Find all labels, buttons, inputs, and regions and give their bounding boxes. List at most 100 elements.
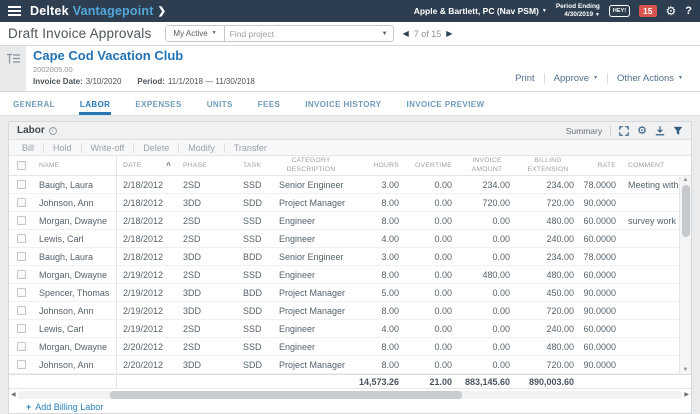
bill-button[interactable]: Bill bbox=[13, 143, 43, 153]
tab-fees[interactable]: FEES bbox=[257, 92, 282, 115]
chat-hey-icon[interactable]: HEY! bbox=[608, 5, 631, 17]
labor-row[interactable]: Lewis, Carl 2/19/2012 2SD SSD Engineer 4.00 0.… bbox=[9, 320, 679, 338]
approve-button[interactable]: Approve ▼ bbox=[543, 73, 607, 84]
total-invoice-amount: 883,145.60 bbox=[464, 376, 510, 387]
column-header-overtime[interactable]: OVERTIME bbox=[405, 156, 458, 175]
row-checkbox[interactable] bbox=[9, 338, 33, 355]
labor-row[interactable]: Morgan, Dwayne 2/20/2012 2SD SSD Engineer 8.0… bbox=[9, 338, 679, 356]
row-checkbox[interactable] bbox=[9, 176, 33, 193]
cell-category: Engineer bbox=[279, 233, 316, 244]
modify-button[interactable]: Modify bbox=[178, 142, 224, 153]
export-download-icon[interactable] bbox=[655, 125, 665, 136]
cell-phase: 2SD bbox=[183, 215, 201, 226]
settings-gear-icon[interactable]: ⚙ bbox=[666, 5, 677, 17]
labor-row[interactable]: Baugh, Laura 2/18/2012 2SD SSD Senior Engine… bbox=[9, 176, 679, 194]
cell-overtime: 0.00 bbox=[434, 359, 452, 370]
next-record-icon[interactable]: ▶ bbox=[446, 29, 452, 38]
row-checkbox[interactable] bbox=[9, 320, 33, 337]
horizontal-scroll-thumb[interactable] bbox=[109, 390, 462, 399]
tab-labor[interactable]: LABOR bbox=[78, 92, 112, 115]
info-icon[interactable]: i bbox=[48, 126, 57, 135]
row-checkbox[interactable] bbox=[9, 194, 33, 211]
row-checkbox[interactable] bbox=[9, 284, 33, 301]
period-value: 11/1/2018 — 11/30/2018 bbox=[167, 76, 255, 86]
prev-record-icon[interactable]: ◀ bbox=[403, 29, 409, 38]
expand-grid-icon[interactable] bbox=[619, 125, 629, 136]
period-ending-label: Period Ending bbox=[555, 2, 600, 10]
write-off-button[interactable]: Write-off bbox=[80, 142, 134, 153]
tab-units[interactable]: UNITS bbox=[206, 92, 234, 115]
labor-row[interactable]: Johnson, Ann 2/18/2012 3DD SDD Project Manag… bbox=[9, 194, 679, 212]
horizontal-scrollbar[interactable]: ◀ ▶ bbox=[9, 389, 691, 400]
column-header-phase[interactable]: PHASE bbox=[177, 156, 237, 175]
cell-rate: 90.0000 bbox=[583, 359, 616, 370]
cell-overtime: 0.00 bbox=[434, 233, 452, 244]
grid-settings-gear-icon[interactable]: ⚙ bbox=[637, 125, 647, 136]
company-selector[interactable]: Apple & Bartlett, PC (Nav PSM) ▼ bbox=[414, 6, 547, 16]
cell-comment bbox=[622, 320, 679, 337]
column-header-rate[interactable]: RATE bbox=[580, 156, 622, 175]
column-header-invoice-amount[interactable]: INVOICE AMOUNT bbox=[458, 156, 516, 175]
column-header-hours[interactable]: HOURS bbox=[349, 156, 405, 175]
labor-row[interactable]: Lewis, Carl 2/18/2012 2SD SSD Engineer 4.00 0.… bbox=[9, 230, 679, 248]
notification-badge[interactable]: 15 bbox=[639, 5, 657, 17]
labor-row[interactable]: Spencer, Thomas 2/19/2012 3DD BDD Project Ma… bbox=[9, 284, 679, 302]
labor-row[interactable]: Morgan, Dwayne 2/18/2012 2SD SSD Engineer 8.0… bbox=[9, 212, 679, 230]
cell-name: Spencer, Thomas bbox=[33, 284, 117, 301]
select-all-checkbox[interactable] bbox=[9, 156, 33, 175]
cell-billing: 240.00 bbox=[546, 323, 574, 334]
cell-invoice: 234.00 bbox=[482, 179, 510, 190]
row-checkbox[interactable] bbox=[9, 266, 33, 283]
horizontal-scroll-track[interactable] bbox=[17, 390, 683, 399]
search-dropdown-icon[interactable]: ▼ bbox=[382, 31, 388, 37]
row-checkbox[interactable] bbox=[9, 212, 33, 229]
row-checkbox[interactable] bbox=[9, 230, 33, 247]
deltek-logo[interactable]: Deltek Vantagepoint ❯ bbox=[30, 4, 166, 18]
column-header-name[interactable]: NAME bbox=[33, 156, 117, 175]
cell-comment bbox=[622, 356, 679, 373]
labor-row[interactable]: Johnson, Ann 2/19/2012 3DD SDD Project Manag… bbox=[9, 302, 679, 320]
cell-rate: 90.0000 bbox=[583, 287, 616, 298]
scope-dropdown[interactable]: My Active ▼ bbox=[166, 26, 225, 41]
column-header-category[interactable]: CATEGORY DESCRIPTION bbox=[273, 156, 349, 175]
tab-invoice-history[interactable]: INVOICE HISTORY bbox=[304, 92, 382, 115]
cell-overtime: 0.00 bbox=[434, 179, 452, 190]
scroll-down-icon[interactable]: ▼ bbox=[683, 367, 689, 373]
cell-name: Morgan, Dwayne bbox=[33, 266, 117, 283]
labor-row[interactable]: Morgan, Dwayne 2/19/2012 2SD SSD Engineer 8.0… bbox=[9, 266, 679, 284]
labor-row[interactable]: Baugh, Laura 2/18/2012 3DD BDD Senior Engine… bbox=[9, 248, 679, 266]
vertical-scrollbar[interactable]: ▲ ▼ bbox=[679, 176, 691, 374]
column-header-billing-extension[interactable]: BILLING EXTENSION bbox=[516, 156, 580, 175]
column-header-task[interactable]: TASK bbox=[237, 156, 273, 175]
hamburger-menu-icon[interactable] bbox=[8, 6, 21, 16]
tab-general[interactable]: GENERAL bbox=[12, 92, 56, 115]
cell-date: 2/19/2012 bbox=[123, 287, 164, 298]
period-ending-selector[interactable]: Period Ending 4/30/2019 ▼ bbox=[556, 3, 600, 19]
row-checkbox[interactable] bbox=[9, 302, 33, 319]
project-hierarchy-icon[interactable] bbox=[6, 52, 21, 91]
filter-icon[interactable] bbox=[673, 126, 683, 136]
other-actions-button[interactable]: Other Actions ▼ bbox=[607, 73, 692, 84]
project-name[interactable]: Cape Cod Vacation Club bbox=[33, 48, 255, 64]
summary-toggle[interactable]: Summary bbox=[566, 126, 602, 136]
add-billing-labor-link[interactable]: + Add Billing Labor bbox=[9, 400, 691, 412]
transfer-button[interactable]: Transfer bbox=[223, 142, 276, 153]
vertical-scroll-thumb[interactable] bbox=[681, 185, 690, 237]
column-header-date[interactable]: DATE ^ bbox=[117, 156, 177, 175]
scroll-left-icon[interactable]: ◀ bbox=[11, 391, 16, 398]
row-checkbox[interactable] bbox=[9, 356, 33, 373]
column-header-comment[interactable]: COMMENT bbox=[622, 156, 691, 175]
print-button[interactable]: Print bbox=[506, 73, 544, 84]
scroll-right-icon[interactable]: ▶ bbox=[684, 391, 689, 398]
cell-hours: 8.00 bbox=[381, 215, 399, 226]
scroll-up-icon[interactable]: ▲ bbox=[683, 177, 689, 183]
tab-invoice-preview[interactable]: INVOICE PREVIEW bbox=[405, 92, 485, 115]
cell-date: 2/19/2012 bbox=[123, 305, 164, 316]
delete-button[interactable]: Delete bbox=[133, 142, 178, 153]
labor-row[interactable]: Johnson, Ann 2/20/2012 3DD SDD Project Manag… bbox=[9, 356, 679, 374]
help-icon[interactable]: ? bbox=[685, 5, 692, 17]
hold-button[interactable]: Hold bbox=[43, 142, 81, 153]
tab-expenses[interactable]: EXPENSES bbox=[134, 92, 182, 115]
search-input[interactable] bbox=[229, 28, 382, 39]
row-checkbox[interactable] bbox=[9, 248, 33, 265]
